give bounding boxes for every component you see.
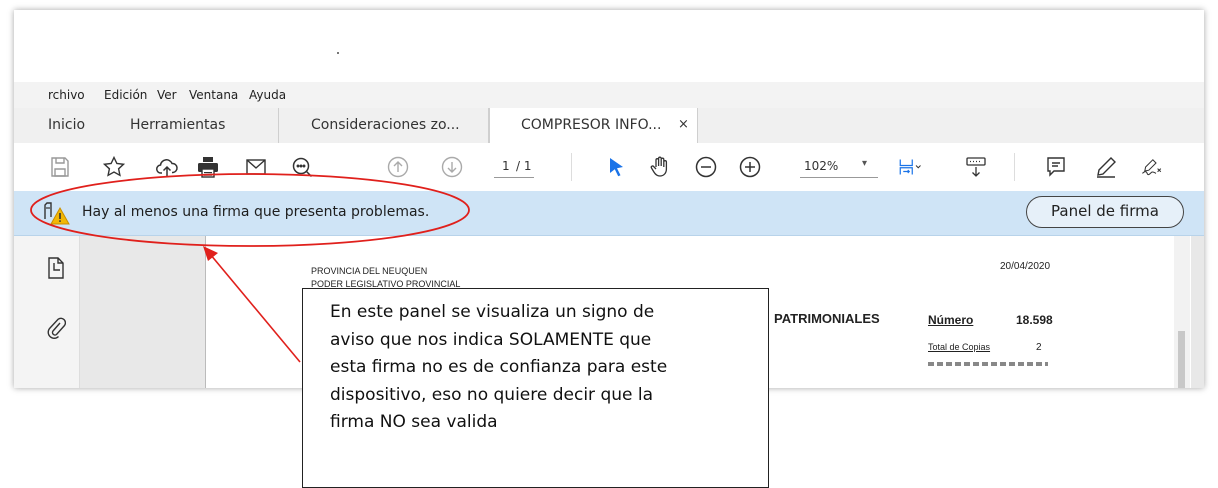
select-pointer-icon[interactable] [604, 155, 628, 179]
print-icon[interactable] [196, 155, 220, 179]
tab-label: COMPRESOR INFO... [521, 117, 662, 133]
menu-bar: rchivo Edición Ver Ventana Ayuda [14, 82, 1204, 108]
tab-bar: Inicio Herramientas Consideraciones zo..… [14, 108, 1204, 144]
attachment-icon[interactable] [46, 316, 67, 340]
email-icon[interactable] [244, 155, 268, 179]
chevron-down-icon: ▾ [862, 158, 868, 169]
close-icon[interactable]: × [678, 117, 689, 132]
menu-archivo[interactable]: rchivo [48, 88, 85, 102]
zoom-out-icon[interactable] [694, 155, 718, 179]
scroll-mode-icon[interactable] [964, 155, 988, 179]
callout-line: esta firma no es de confianza para este [330, 357, 668, 377]
signature-panel-button[interactable]: Panel de firma [1026, 196, 1184, 228]
doc-copies-label: Total de Copias [928, 342, 991, 352]
comment-icon[interactable] [1044, 155, 1068, 179]
zoom-select[interactable]: 102% ▾ [800, 157, 878, 178]
vertical-scrollbar[interactable] [1174, 236, 1190, 388]
menu-ver[interactable]: Ver [157, 88, 177, 102]
save-icon[interactable] [48, 155, 72, 179]
signature-warning-icon [42, 200, 72, 226]
doc-copies-value: 2 [1036, 342, 1042, 353]
scrollbar-thumb[interactable] [1178, 331, 1185, 388]
callout-line: firma NO sea valida [330, 412, 498, 432]
page-total: / 1 [516, 159, 532, 173]
menu-ventana[interactable]: Ventana [189, 88, 238, 102]
callout-line: dispositivo, eso no quiere decir que la [330, 384, 654, 405]
toolbar: 1 / 1 102% ▾ [14, 143, 1204, 192]
tab-consideraciones[interactable]: Consideraciones zo... [279, 108, 489, 143]
navigation-sidebar [14, 236, 80, 388]
tab-label: Herramientas [130, 117, 226, 133]
upload-cloud-icon[interactable] [155, 155, 179, 179]
fit-page-icon[interactable] [898, 155, 930, 179]
sign-icon[interactable] [1140, 155, 1170, 179]
doc-province: PROVINCIA DEL NEUQUEN [311, 266, 428, 276]
tab-herramientas[interactable]: Herramientas [114, 108, 279, 143]
callout-line: aviso que nos indica SOLAMENTE que [330, 329, 652, 350]
zoom-in-icon[interactable] [738, 155, 762, 179]
menu-ayuda[interactable]: Ayuda [249, 88, 286, 102]
tab-inicio[interactable]: Inicio [48, 108, 98, 143]
signature-notification-bar: Hay al menos una firma que presenta prob… [14, 191, 1204, 236]
callout-line: En este panel se visualiza un signo de [330, 302, 655, 322]
bookmark-star-icon[interactable] [102, 155, 126, 179]
doc-number-label: Número [928, 313, 974, 327]
doc-number-value: 18.598 [1016, 313, 1053, 327]
stray-dot [337, 52, 339, 54]
zoom-value: 102% [804, 159, 839, 173]
next-page-icon[interactable] [440, 155, 464, 179]
toolbar-divider [571, 153, 572, 181]
page-number-field[interactable]: 1 / 1 [494, 157, 534, 178]
notification-message: Hay al menos una firma que presenta prob… [82, 204, 430, 220]
toolbar-divider [1014, 153, 1015, 181]
prev-page-icon[interactable] [386, 155, 410, 179]
doc-heading: PATRIMONIALES [774, 311, 880, 326]
menu-edicion[interactable]: Edición [104, 88, 147, 102]
pages-thumbnail-icon[interactable] [46, 256, 66, 280]
tab-label: Inicio [48, 117, 86, 133]
highlight-pen-icon[interactable] [1094, 155, 1118, 179]
explanation-callout: En este panel se visualiza un signo de a… [302, 288, 769, 488]
doc-date: 20/04/2020 [1000, 261, 1051, 272]
page-current: 1 [502, 159, 510, 173]
hand-tool-icon[interactable] [648, 155, 672, 179]
doc-cut-text-line [928, 362, 1048, 366]
tab-compresor[interactable]: COMPRESOR INFO... × [489, 108, 698, 144]
zoom-search-icon[interactable] [290, 155, 314, 179]
tab-label: Consideraciones zo... [311, 117, 460, 133]
